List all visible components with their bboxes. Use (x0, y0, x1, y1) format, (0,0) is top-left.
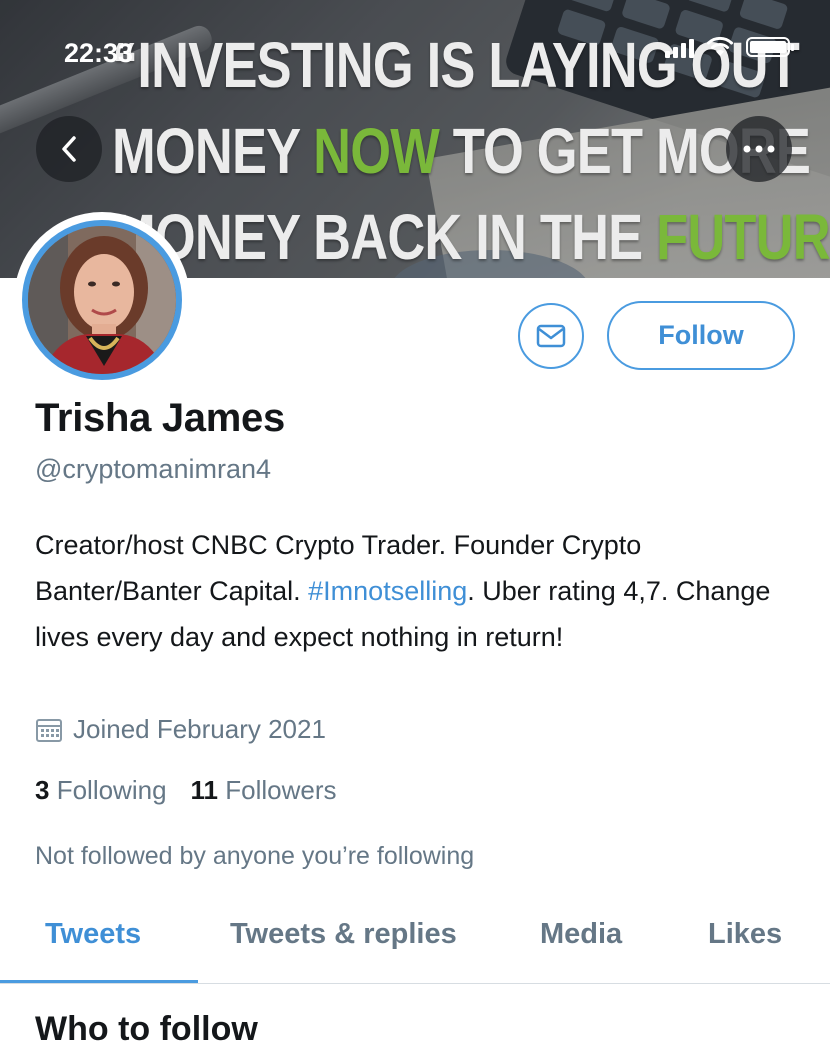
banner-quote-line: MONEY NOW TO GET MORE (112, 108, 811, 194)
following-link[interactable]: 3 Following (35, 775, 167, 806)
back-button[interactable] (36, 116, 102, 182)
profile-bio: Creator/host CNBC Crypto Trader. Founder… (35, 522, 795, 660)
envelope-icon (536, 324, 566, 348)
tab-media[interactable]: Media (540, 918, 622, 951)
banner-quote-line: “INVESTING IS LAYING OUT (112, 22, 800, 108)
joined-date: Joined February 2021 (35, 714, 326, 745)
calendar-icon (36, 718, 62, 742)
follow-stats: 3 Following 11 Followers (35, 775, 337, 806)
following-label: Following (56, 775, 167, 805)
signal-icon (665, 36, 694, 58)
tabs-divider (0, 983, 830, 984)
follow-button[interactable]: Follow (607, 301, 795, 370)
followers-label: Followers (225, 775, 337, 805)
banner-quote: “INVESTING IS LAYING OUT MONEY NOW TO GET… (112, 22, 830, 278)
bio-hashtag-link[interactable]: #Imnotselling (308, 576, 467, 606)
banner-quote-text: MONEY BACK IN THE (112, 201, 657, 273)
banner-quote-highlight: FUTURE (656, 201, 830, 273)
banner-quote-text: MONEY (112, 115, 314, 187)
profile-handle: @cryptomanimran4 (35, 454, 271, 484)
avatar-photo (22, 220, 182, 380)
avatar[interactable] (14, 212, 190, 388)
battery-icon (746, 37, 794, 57)
status-icons (665, 36, 794, 58)
message-button[interactable] (518, 303, 584, 369)
followers-link[interactable]: 11 Followers (191, 775, 337, 806)
profile-tabs: Tweets Tweets & replies Media Likes (0, 910, 830, 984)
followers-count: 11 (190, 775, 219, 805)
banner-quote-highlight: NOW (313, 115, 440, 187)
wifi-icon (707, 36, 733, 56)
tab-tweets[interactable]: Tweets (45, 918, 141, 951)
joined-text: Joined February 2021 (73, 714, 326, 744)
profile-name: Trisha James (35, 396, 285, 440)
who-to-follow-heading: Who to follow (35, 1010, 258, 1048)
status-time: 22:33 (64, 38, 134, 68)
tab-likes[interactable]: Likes (708, 918, 782, 951)
more-icon (743, 145, 775, 153)
more-options-button[interactable] (726, 116, 792, 182)
not-followed-notice: Not followed by anyone you’re following (35, 842, 475, 870)
following-count: 3 (35, 775, 50, 805)
tab-tweets-replies[interactable]: Tweets & replies (230, 918, 457, 951)
banner-quote-line: MONEY BACK IN THE FUTURE.” (112, 194, 830, 278)
chevron-left-icon (62, 136, 76, 162)
